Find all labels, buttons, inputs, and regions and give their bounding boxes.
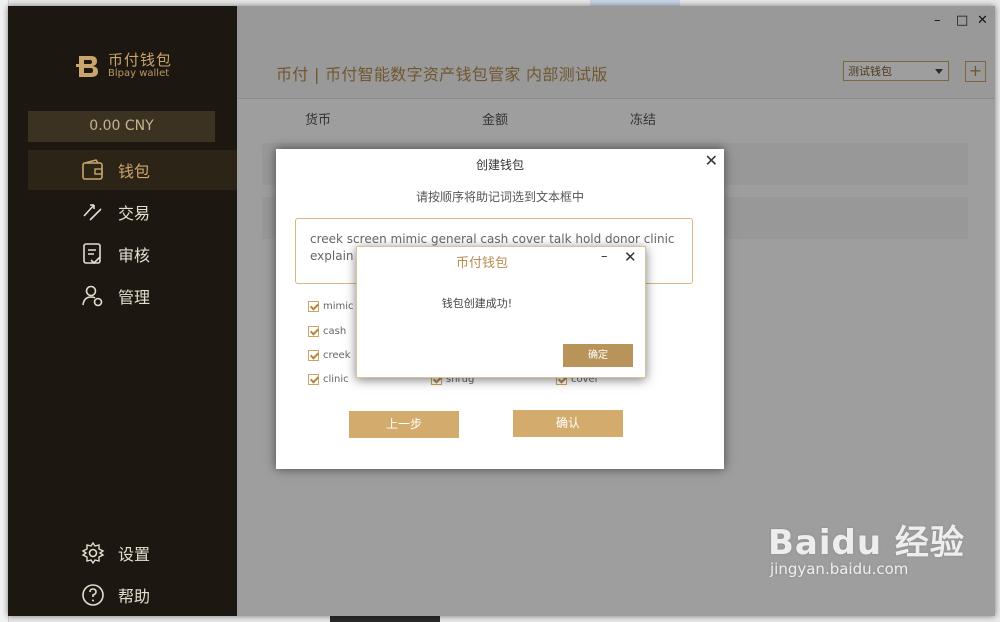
- sidebar-item-label: 设置: [118, 545, 151, 564]
- app-logo: 币付钱包 Blpay wallet: [76, 52, 172, 80]
- logo-icon: [76, 56, 98, 77]
- sidebar-item-label: 管理: [118, 288, 151, 307]
- logo-title: 币付钱包: [108, 51, 173, 69]
- sidebar-item-audit[interactable]: 审核: [28, 234, 237, 274]
- checkbox-check-icon: [308, 301, 319, 312]
- sidebar-item-help[interactable]: 帮助: [28, 575, 237, 615]
- sidebar-item-label: 钱包: [118, 162, 151, 181]
- checkbox-clinic[interactable]: clinic: [308, 374, 349, 385]
- popup-title: 币付钱包: [455, 256, 508, 271]
- dialog-close-button[interactable]: ✕: [705, 151, 718, 170]
- baidu-watermark: Baidu 经验 jingyan.baidu.com: [768, 515, 965, 578]
- checkbox-label: creek: [323, 350, 351, 361]
- sidebar-item-manage[interactable]: 管理: [28, 276, 237, 316]
- sidebar-item-label: 交易: [118, 204, 151, 223]
- checkbox-label: cash: [323, 326, 347, 337]
- audit-icon: [80, 241, 106, 267]
- popup-message: 钱包创建成功!: [441, 297, 513, 310]
- sidebar-item-label: 帮助: [118, 587, 151, 606]
- balance-display: 0.00 CNY: [28, 111, 215, 142]
- gear-icon: [80, 540, 106, 566]
- success-popup: 币付钱包 – ✕ 钱包创建成功! 确定: [356, 246, 646, 378]
- popup-ok-button[interactable]: 确定: [563, 344, 633, 367]
- sidebar: 币付钱包 Blpay wallet 0.00 CNY 钱包 交易 审核 管理 设…: [8, 6, 237, 616]
- popup-close-button[interactable]: ✕: [624, 248, 637, 266]
- checkbox-check-icon: [308, 374, 319, 385]
- checkbox-mimic[interactable]: mimic: [308, 301, 354, 312]
- transfer-icon: [80, 199, 106, 225]
- user-settings-icon: [80, 283, 106, 309]
- checkbox-check-icon: [308, 326, 319, 337]
- dialog-title: 创建钱包: [475, 158, 524, 172]
- prev-step-button[interactable]: 上一步: [349, 411, 459, 438]
- checkbox-label: mimic: [323, 301, 354, 312]
- sidebar-item-label: 审核: [118, 246, 151, 265]
- checkbox-label: clinic: [323, 374, 349, 385]
- sidebar-item-settings[interactable]: 设置: [28, 533, 237, 573]
- logo-subtitle: Blpay wallet: [108, 68, 170, 79]
- wallet-icon: [80, 157, 106, 183]
- popup-minimize-button[interactable]: –: [601, 249, 608, 264]
- dialog-instruction: 请按顺序将助记词选到文本框中: [415, 190, 584, 204]
- help-icon: [80, 582, 106, 608]
- confirm-button[interactable]: 确认: [513, 410, 623, 437]
- checkbox-creek[interactable]: creek: [308, 350, 351, 361]
- sidebar-item-trade[interactable]: 交易: [28, 192, 237, 232]
- checkbox-check-icon: [308, 350, 319, 361]
- checkbox-cash[interactable]: cash: [308, 326, 346, 337]
- sidebar-item-wallet[interactable]: 钱包: [28, 150, 237, 190]
- watermark-main: Baidu 经验: [768, 523, 965, 563]
